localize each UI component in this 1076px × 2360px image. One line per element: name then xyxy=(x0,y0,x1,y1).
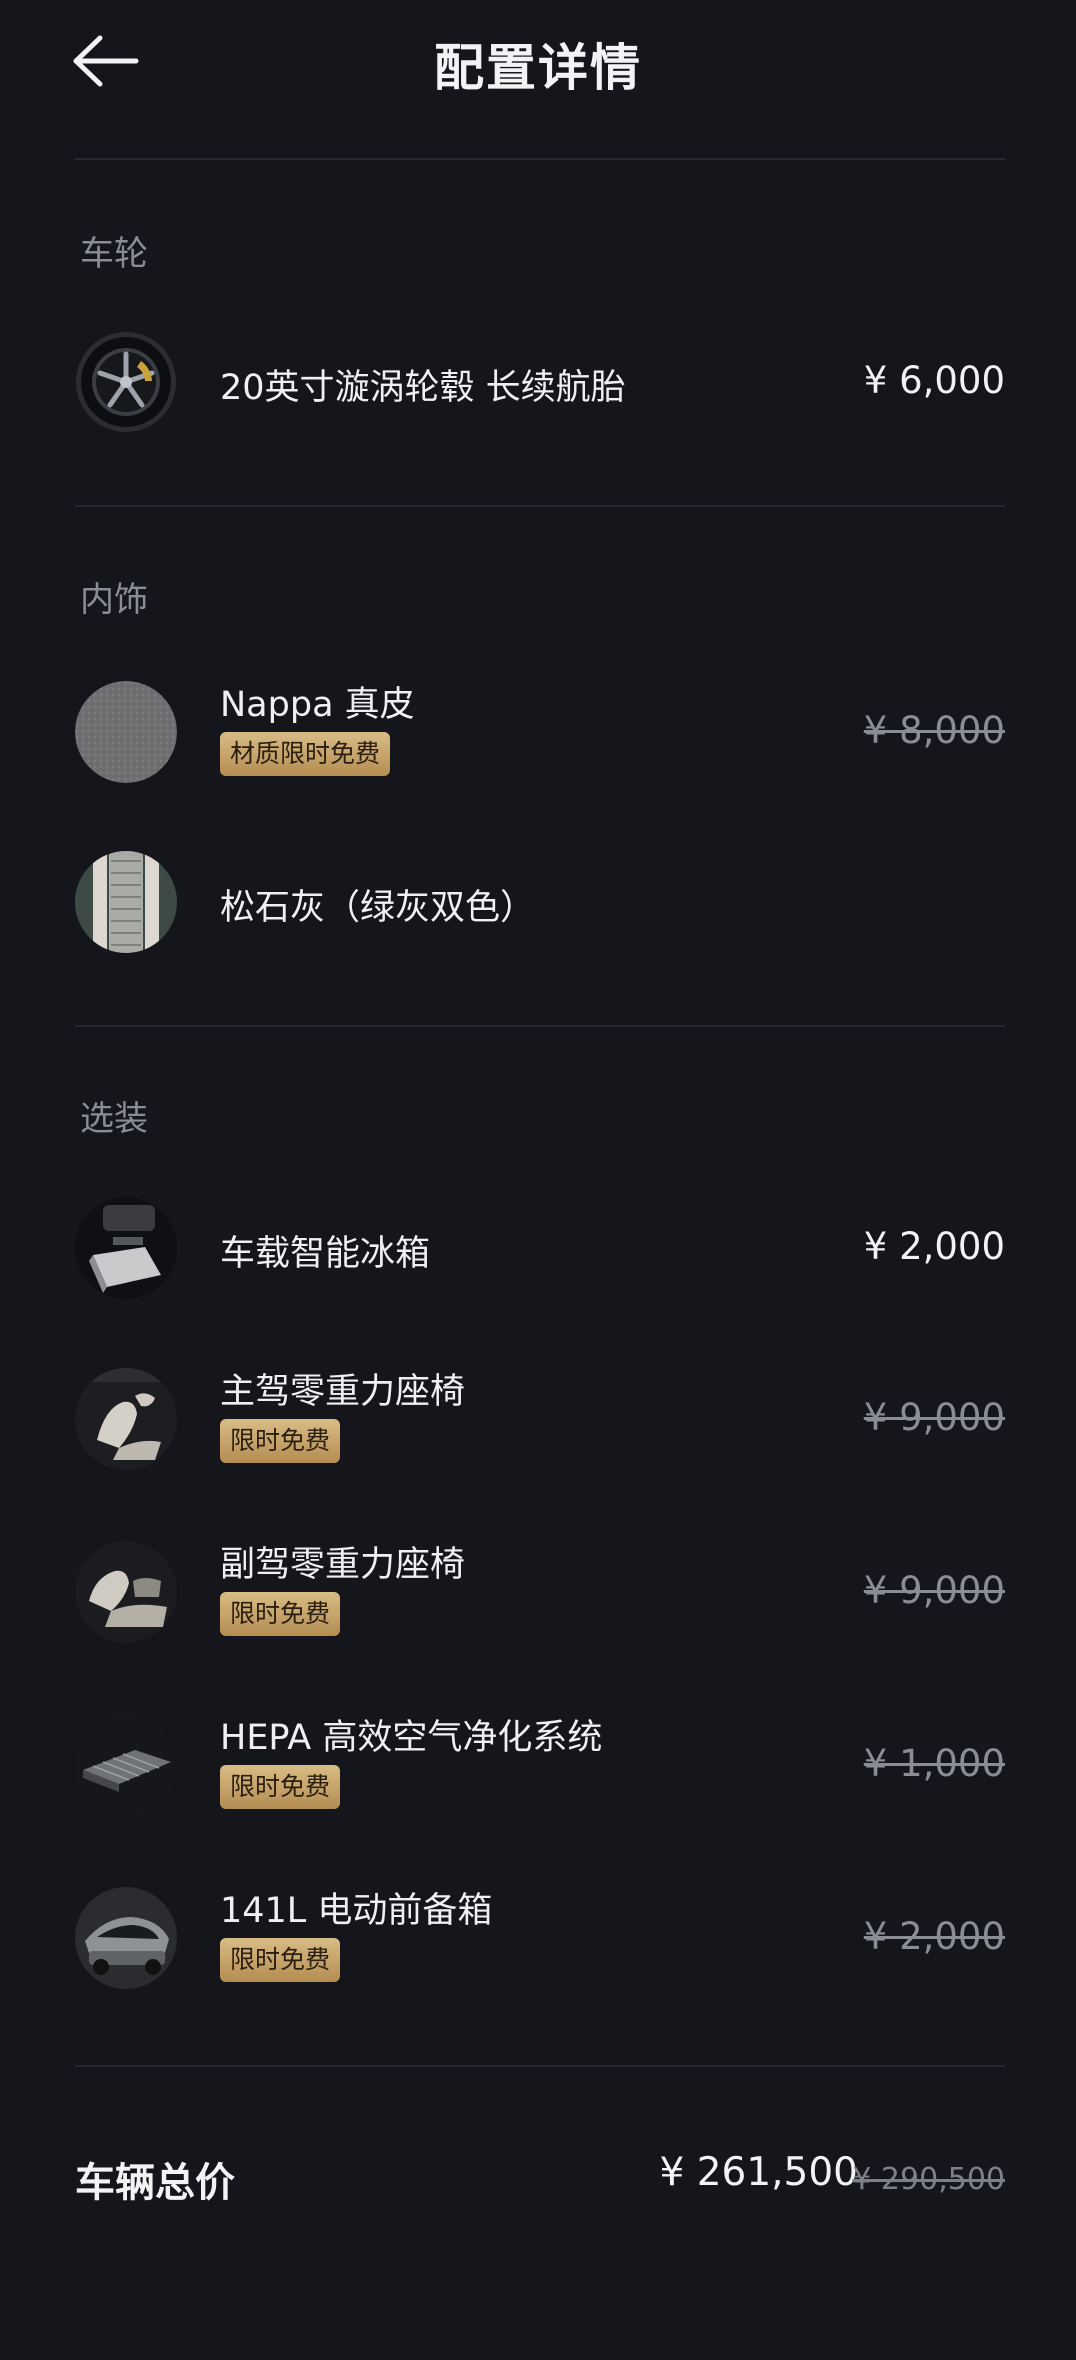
item-price: ¥ 2,000 xyxy=(863,1225,1005,1268)
list-item-fridge[interactable]: 车载智能冰箱 ¥ 2,000 xyxy=(75,1192,1005,1302)
section-title-wheels: 车轮 xyxy=(80,234,148,274)
item-name: HEPA 高效空气净化系统 xyxy=(220,1718,603,1758)
item-original-price: ¥ 8,000 xyxy=(863,709,1005,752)
item-original-price: ¥ 9,000 xyxy=(863,1569,1005,1612)
divider xyxy=(75,2065,1005,2067)
wheel-thumbnail xyxy=(75,331,177,433)
list-item-color-scheme[interactable]: 松石灰（绿灰双色） xyxy=(75,846,1005,956)
page-title: 配置详情 xyxy=(434,39,642,97)
top-bar: 配置详情 xyxy=(0,0,1076,126)
section-title-options: 选装 xyxy=(80,1099,148,1139)
frunk-thumbnail xyxy=(75,1887,177,1989)
divider xyxy=(75,1025,1005,1027)
item-name: 副驾零重力座椅 xyxy=(220,1545,466,1585)
driver-seat-thumbnail xyxy=(75,1368,177,1470)
promo-badge: 材质限时免费 xyxy=(220,732,391,776)
list-item-wheel[interactable]: 20英寸漩涡轮毂 长续航胎 ¥ 6,000 xyxy=(75,326,1005,436)
list-item-driver-seat[interactable]: 主驾零重力座椅 限时免费 ¥ 9,000 xyxy=(75,1363,1005,1473)
list-item-frunk[interactable]: 141L 电动前备箱 限时免费 ¥ 2,000 xyxy=(75,1882,1005,1992)
total-label: 车辆总价 xyxy=(75,2160,235,2206)
fridge-thumbnail xyxy=(75,1197,177,1299)
item-original-price: ¥ 2,000 xyxy=(863,1915,1005,1958)
promo-badge: 限时免费 xyxy=(220,1592,341,1636)
hepa-thumbnail xyxy=(75,1714,177,1816)
item-name: Nappa 真皮 xyxy=(220,685,415,725)
section-title-interior: 内饰 xyxy=(80,580,148,620)
total-original-price: ¥ 290,500 xyxy=(852,2162,1005,2197)
color-swatch-thumbnail xyxy=(75,851,177,953)
promo-badge: 限时免费 xyxy=(220,1765,341,1809)
item-name: 20英寸漩涡轮毂 长续航胎 xyxy=(220,368,626,408)
total-price: ¥ 261,500 xyxy=(659,2150,859,2195)
item-name: 141L 电动前备箱 xyxy=(220,1891,493,1931)
item-price: ¥ 6,000 xyxy=(863,359,1005,402)
item-name: 松石灰（绿灰双色） xyxy=(220,888,536,928)
promo-badge: 限时免费 xyxy=(220,1419,341,1463)
list-item-hepa[interactable]: HEPA 高效空气净化系统 限时免费 ¥ 1,000 xyxy=(75,1709,1005,1819)
divider xyxy=(75,158,1005,160)
promo-badge: 限时免费 xyxy=(220,1938,341,1982)
item-original-price: ¥ 9,000 xyxy=(863,1396,1005,1439)
list-item-passenger-seat[interactable]: 副驾零重力座椅 限时免费 ¥ 9,000 xyxy=(75,1536,1005,1646)
divider xyxy=(75,505,1005,507)
item-name: 主驾零重力座椅 xyxy=(220,1372,466,1412)
leather-thumbnail xyxy=(75,681,177,783)
list-item-nappa-leather[interactable]: Nappa 真皮 材质限时免费 ¥ 8,000 xyxy=(75,676,1005,786)
item-original-price: ¥ 1,000 xyxy=(863,1742,1005,1785)
passenger-seat-thumbnail xyxy=(75,1541,177,1643)
item-name: 车载智能冰箱 xyxy=(220,1234,431,1274)
